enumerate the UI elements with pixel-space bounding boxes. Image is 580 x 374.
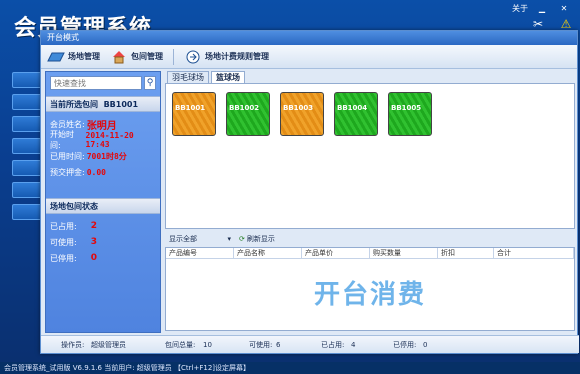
operator-label: 操作员: xyxy=(61,340,85,349)
venue-manage-label: 场地管理 xyxy=(68,52,100,61)
grid-watermark: 开台消费 xyxy=(313,280,426,310)
occupied-row: 已占用: 2 xyxy=(50,221,97,231)
window-controls: 关于 ▁ ✕ xyxy=(512,2,572,14)
deposit-row: 预交押金: 0.00 xyxy=(50,167,106,177)
member-name-value: 张明月 xyxy=(86,120,117,132)
room-tile[interactable]: BB1001 xyxy=(172,92,216,136)
room-tile[interactable]: BB1005 xyxy=(388,92,432,136)
venue-tabs: 羽毛球场 篮球场 xyxy=(165,71,575,83)
about-link[interactable]: 关于 xyxy=(512,3,528,14)
nav-tab[interactable] xyxy=(12,182,42,198)
search-row: ⚲ xyxy=(50,76,156,90)
room-manage-label: 包间管理 xyxy=(131,52,163,61)
minimize-button[interactable]: ▁ xyxy=(534,2,550,14)
toolbar-separator xyxy=(173,48,174,65)
dialog-title: 开台模式 xyxy=(41,31,577,45)
start-time-value: 2014-11-20 17:43 xyxy=(85,131,134,149)
used-time-value: 7001时8分 xyxy=(86,151,127,161)
consumption-grid: 产品编号 产品名称 产品单价 购买数量 折扣 合计 开台消费 xyxy=(165,247,575,331)
available-count: 3 xyxy=(90,237,97,247)
column-header[interactable]: 折扣 xyxy=(438,248,494,258)
grid-header: 产品编号 产品名称 产品单价 购买数量 折扣 合计 xyxy=(166,248,574,259)
show-filter-select[interactable]: 显示全部 ▾ xyxy=(167,233,233,245)
venue-status-header: 场地包间状态 xyxy=(46,198,160,214)
house-icon xyxy=(110,50,128,64)
used-time-row: 已用时间: 7001时8分 xyxy=(50,151,127,161)
room-manage-button[interactable]: 包间管理 xyxy=(110,50,163,64)
current-room-header: 当前所选包间 BB1001 xyxy=(46,96,160,112)
room-tile[interactable]: BB1004 xyxy=(334,92,378,136)
tab-basketball[interactable]: 篮球场 xyxy=(211,71,245,83)
dropdown-arrow-icon: ▾ xyxy=(227,235,231,243)
venue-icon xyxy=(47,50,65,64)
close-button[interactable]: ✕ xyxy=(556,2,572,14)
nav-tab[interactable] xyxy=(12,94,42,110)
room-tile[interactable]: BB1003 xyxy=(280,92,324,136)
total-label: 包间总量: xyxy=(165,340,196,349)
column-header[interactable]: 合计 xyxy=(494,248,574,258)
nav-tab[interactable] xyxy=(12,204,42,220)
nav-tab[interactable] xyxy=(12,116,42,132)
venue-manage-button[interactable]: 场地管理 xyxy=(47,50,100,64)
nav-tab[interactable] xyxy=(12,160,42,176)
deposit-value: 0.00 xyxy=(86,167,106,177)
open-table-dialog: 开台模式 场地管理 包间管理 场地计费规则管理 ⚲ 当前所选包间 xyxy=(40,30,579,354)
available-label: 可使用: xyxy=(249,340,273,349)
available-value: 6 xyxy=(276,340,281,349)
main-area: 羽毛球场 篮球场 BB1001 BB1002 BB1003 BB1004 BB1… xyxy=(165,71,575,333)
occupied-label: 已占用: xyxy=(321,340,345,349)
disabled-label: 已停用: xyxy=(393,340,417,349)
column-header[interactable]: 产品单价 xyxy=(302,248,370,258)
disabled-count: 0 xyxy=(90,253,97,263)
search-input[interactable] xyxy=(50,76,142,90)
room-grid: BB1001 BB1002 BB1003 BB1004 BB1005 xyxy=(165,83,575,229)
column-header[interactable]: 购买数量 xyxy=(370,248,438,258)
refresh-button[interactable]: ⟳ 刷新显示 xyxy=(239,234,275,244)
app-statusbar: 会员管理系统_试用版 V6.9.1.6 当前用户: 超级管理员 【Ctrl+F1… xyxy=(0,362,580,374)
room-tile[interactable]: BB1002 xyxy=(226,92,270,136)
column-header[interactable]: 产品名称 xyxy=(234,248,302,258)
operator-value: 超级管理员 xyxy=(91,340,126,349)
dialog-statusbar: 操作员: 超级管理员 包间总量: 10 可使用: 6 已占用: 4 已停用: 0 xyxy=(41,335,579,353)
tab-badminton[interactable]: 羽毛球场 xyxy=(167,71,209,83)
main-left-nav xyxy=(12,72,42,220)
nav-tab[interactable] xyxy=(12,72,42,88)
column-header[interactable]: 产品编号 xyxy=(166,248,234,258)
total-value: 10 xyxy=(203,340,212,349)
nav-tab[interactable] xyxy=(12,138,42,154)
occupied-count: 2 xyxy=(90,221,97,231)
pricing-rules-label: 场地计费规则管理 xyxy=(205,52,269,61)
refresh-icon: ⟳ xyxy=(239,235,245,243)
search-icon[interactable]: ⚲ xyxy=(144,76,156,90)
occupied-value: 4 xyxy=(351,340,356,349)
current-room-value: BB1001 xyxy=(103,100,139,109)
rules-icon xyxy=(184,50,202,64)
filter-row: 显示全部 ▾ ⟳ 刷新显示 xyxy=(165,231,575,247)
room-info-panel: ⚲ 当前所选包间 BB1001 会员姓名:张明月 开始时间:2014-11-20… xyxy=(45,71,161,333)
dialog-toolbar: 场地管理 包间管理 场地计费规则管理 xyxy=(41,45,577,69)
start-time-row: 开始时间: 2014-11-20 17:43 xyxy=(46,130,160,150)
disabled-value: 0 xyxy=(423,340,428,349)
pricing-rules-button[interactable]: 场地计费规则管理 xyxy=(184,50,269,64)
available-row: 可使用: 3 xyxy=(50,237,97,247)
disabled-row: 已停用: 0 xyxy=(50,253,97,263)
